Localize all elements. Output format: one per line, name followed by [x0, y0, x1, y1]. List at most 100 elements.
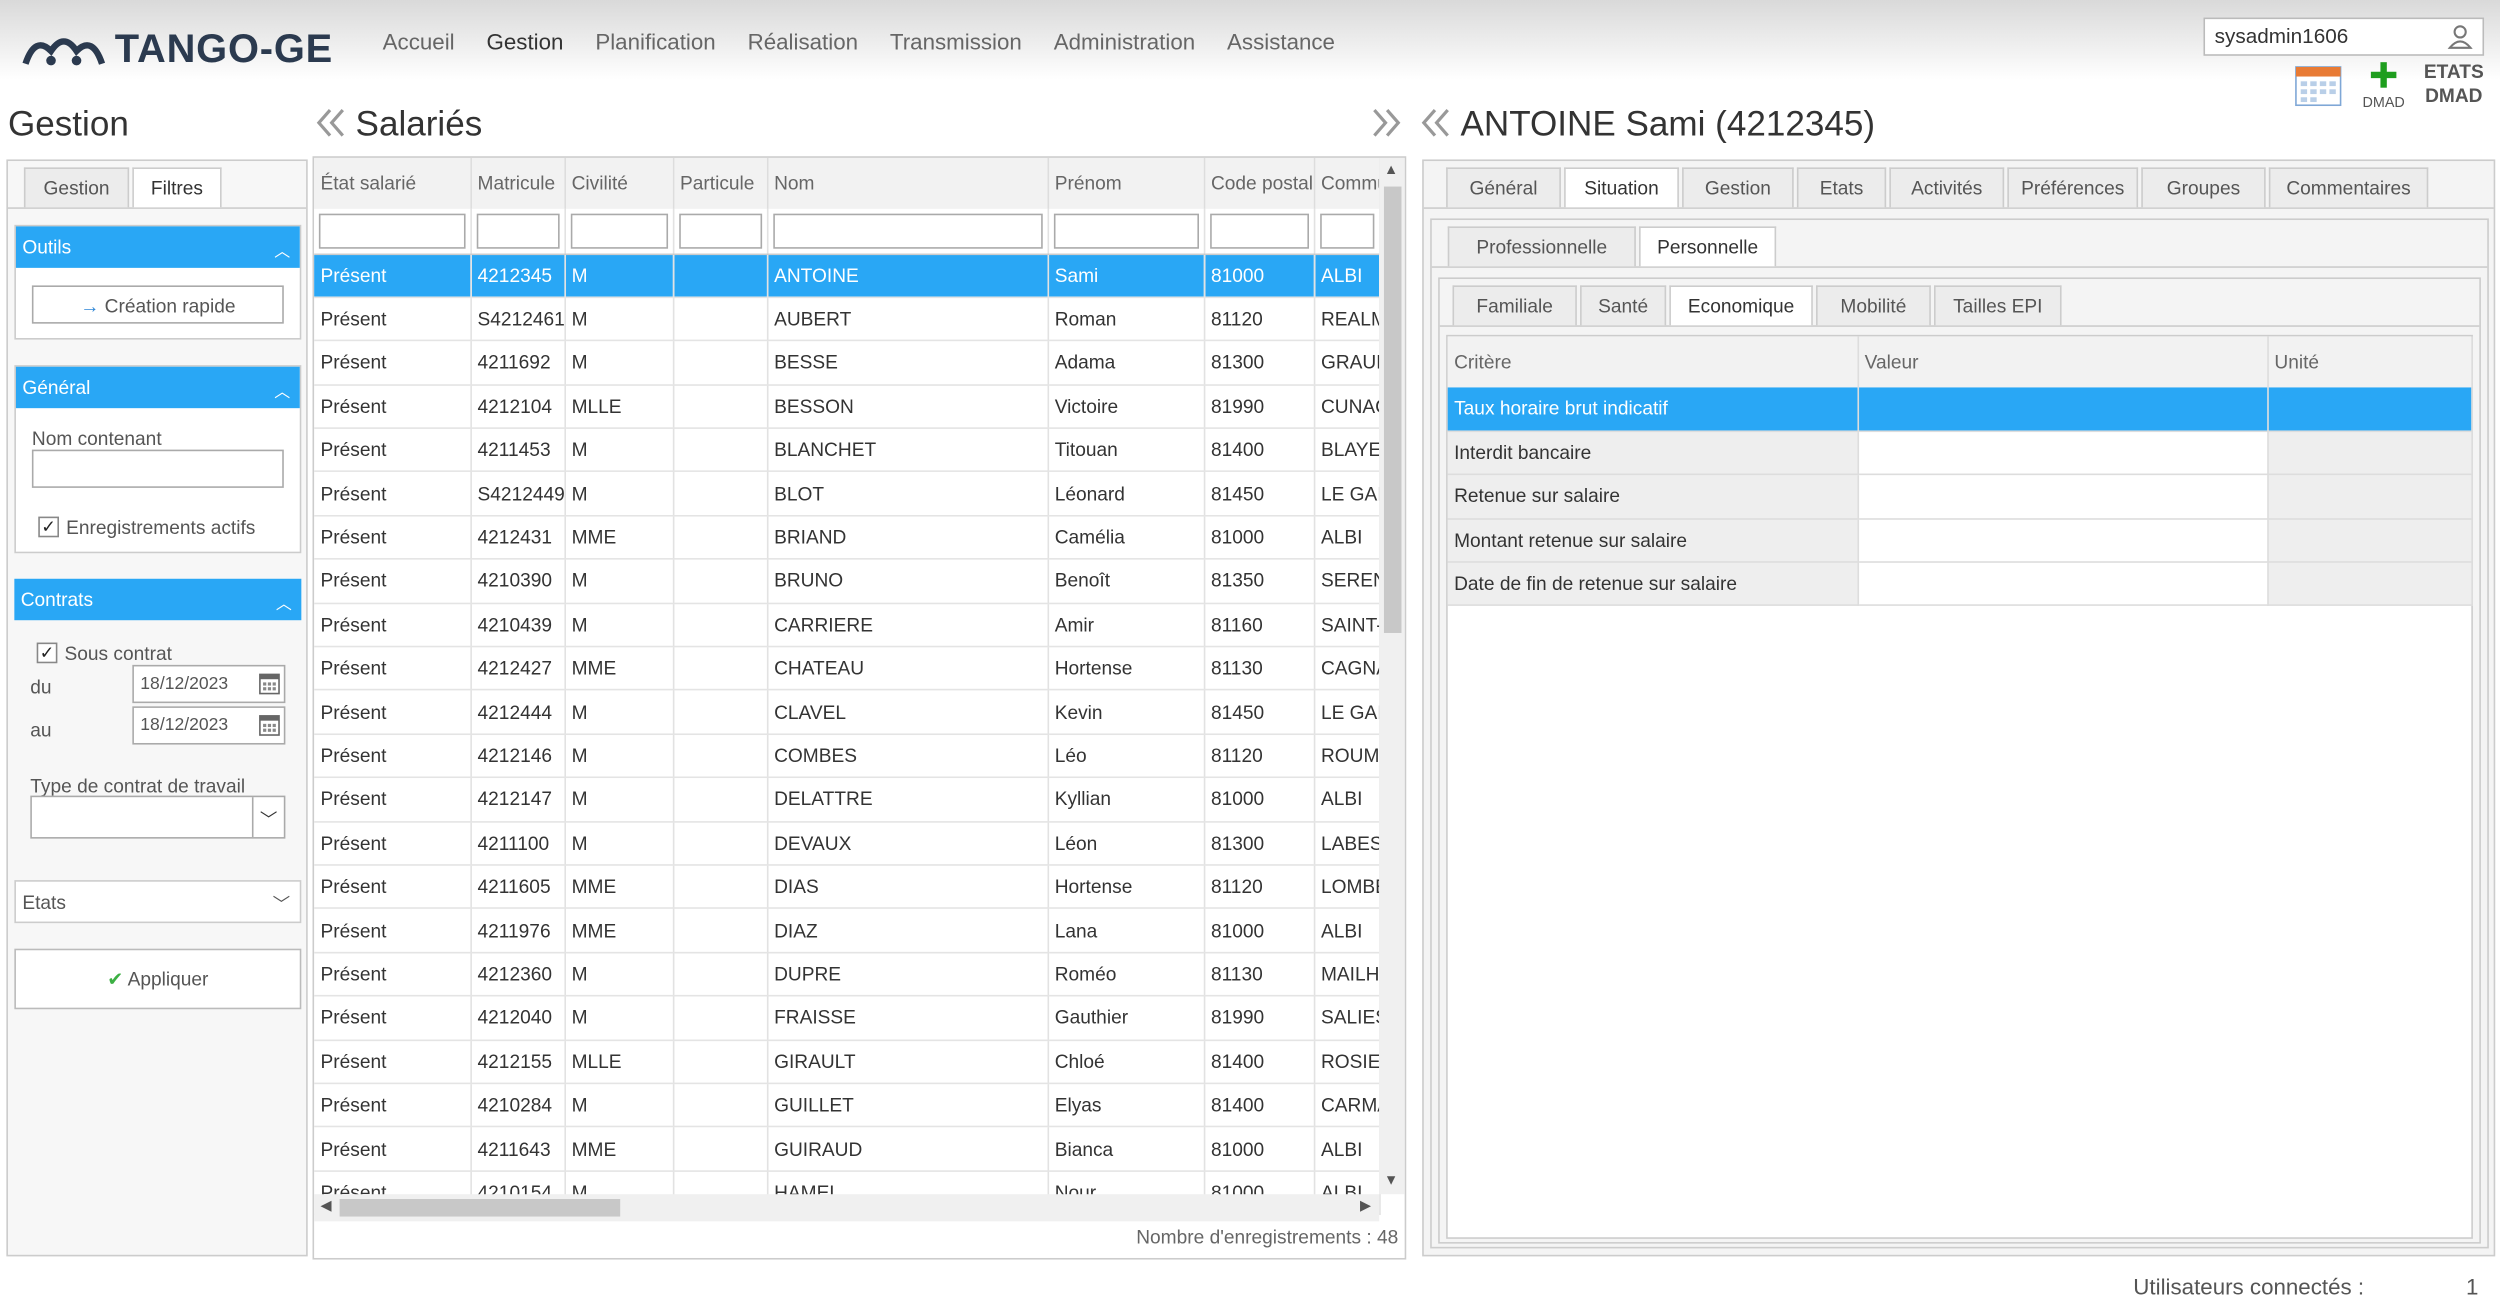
contrats-header[interactable]: Contrats ︿ [14, 578, 302, 621]
table-row[interactable]: Présent4212146M COMBESLéo81120ROUMANOU [314, 733, 1380, 779]
general-header[interactable]: Général ︿ [15, 366, 300, 409]
type-contrat-select[interactable]: ﹀ [30, 795, 286, 839]
dmad-add-button[interactable]: DMAD [2360, 61, 2408, 110]
criteria-cell[interactable] [1857, 474, 2269, 520]
table-row[interactable]: Présent 4211976 MME DIAZ Lana 81000 ALBI [314, 908, 1380, 954]
table-row[interactable]: PrésentS4212461M AUBERTRoman81120REALMONT [314, 297, 1380, 342]
table-row[interactable]: Présent4211605MME DIASHortense81120LOMBER… [314, 864, 1380, 910]
user-field[interactable]: sysadmin1606 [2203, 17, 2485, 56]
criteria-row[interactable]: Retenue sur salaire [1447, 474, 2473, 520]
table-row[interactable]: Présent 4212040 M FRAISSE Gauthier 81990 SALIE… [314, 995, 1380, 1041]
criteria-column-header[interactable]: Valeur [1857, 336, 2269, 388]
table-row[interactable]: Présent 4211453 M BLANCHET Titouan 81400 BLAYE… [314, 428, 1380, 473]
table-row[interactable]: Présent4212444M CLAVELKevin81450LE GARRIC [314, 690, 1380, 735]
vertical-scrollbar[interactable]: ▲ ▼ [1379, 157, 1405, 1195]
table-row[interactable]: Présent 4212431 MME BRIAND Camélia 81000 ALBI [314, 515, 1380, 561]
table-row[interactable]: Présent4211692M BESSEAdama81300GRAULHET [314, 340, 1380, 386]
creation-rapide-button[interactable]: → Création rapide [31, 285, 284, 324]
subtab-familiale[interactable]: Familiale [1452, 285, 1577, 326]
criteria-row[interactable]: Date de fin de retenue sur salaire [1447, 562, 2473, 607]
scroll-down-icon[interactable]: ▼ [1384, 1172, 1398, 1188]
tab-filtres[interactable]: Filtres [132, 167, 222, 208]
subtab-tailles-epi[interactable]: Tailles EPI [1934, 285, 2062, 326]
column-header[interactable]: Civilité [564, 157, 674, 209]
column-header[interactable]: État salarié [314, 157, 472, 209]
chevron-down-icon[interactable]: ﹀ [251, 797, 284, 838]
table-row[interactable]: Présent 4211643 MME GUIRAUD Bianca 81000 ALBI [314, 1126, 1380, 1172]
tab-activités[interactable]: Activités [1889, 167, 2005, 208]
calendar-small-icon[interactable] [258, 673, 280, 695]
criteria-row[interactable]: Taux horaire brut indicatif [1447, 387, 2473, 432]
scroll-up-icon[interactable]: ▲ [1384, 161, 1398, 177]
criteria-column-header[interactable]: Unité [2267, 336, 2473, 388]
subtab-professionnelle[interactable]: Professionnelle [1447, 226, 1636, 267]
user-icon[interactable] [2447, 24, 2473, 50]
tab-général[interactable]: Général [1446, 167, 1561, 208]
column-filter-input[interactable] [678, 213, 762, 249]
criteria-cell[interactable] [1857, 387, 2269, 432]
column-filter-input[interactable] [475, 213, 559, 249]
collapse-left-icon[interactable] [314, 105, 349, 148]
expand-right-icon[interactable] [1368, 105, 1403, 148]
horizontal-scrollbar[interactable]: ◀ ▶ [314, 1194, 1380, 1222]
scroll-right-icon[interactable]: ▶ [1360, 1197, 1371, 1215]
criteria-row[interactable]: Interdit bancaire [1447, 431, 2473, 476]
collapse-middle-icon[interactable] [1419, 105, 1454, 148]
menu-item-planification[interactable]: Planification [595, 29, 715, 55]
table-row[interactable]: Présent 4212345 M ANTOINE Sami 81000 ALBI [314, 253, 1380, 298]
menu-item-assistance[interactable]: Assistance [1227, 29, 1335, 55]
column-filter-input[interactable] [569, 213, 668, 249]
outils-header[interactable]: Outils ︿ [15, 226, 300, 268]
column-header[interactable]: Nom [766, 157, 1049, 209]
app-logo[interactable]: TANGO-GE [22, 22, 357, 76]
au-date-input[interactable]: 18/12/2023 [132, 706, 286, 745]
tab-etats[interactable]: Etats [1796, 167, 1887, 208]
table-row[interactable]: PrésentS4212449M BLOTLéonard81450LE GARRI… [314, 471, 1380, 517]
menu-item-transmission[interactable]: Transmission [890, 29, 1022, 55]
tab-gestion[interactable]: Gestion [1682, 167, 1794, 208]
calendar-icon[interactable] [2294, 64, 2342, 107]
tab-préférences[interactable]: Préférences [2007, 167, 2139, 208]
column-header[interactable]: Particule [672, 157, 768, 209]
enregistrements-actifs-checkbox[interactable]: ✓ Enregistrements actifs [38, 513, 255, 542]
menu-item-gestion[interactable]: Gestion [487, 29, 564, 55]
column-filter-input[interactable] [1319, 213, 1374, 249]
calendar-small-icon[interactable] [258, 714, 280, 736]
subtab-personnelle[interactable]: Personnelle [1639, 226, 1777, 267]
column-filter-input[interactable] [1053, 213, 1199, 249]
table-row[interactable]: Présent 4212104 MLLE BESSON Victoire 81990 CUN… [314, 384, 1380, 430]
subtab-santé[interactable]: Santé [1580, 285, 1667, 326]
column-filter-input[interactable] [1209, 213, 1309, 249]
etats-dmad-button[interactable]: ETATS DMAD [2420, 61, 2487, 109]
table-row[interactable]: Présent4210390M BRUNOBenoît81350SERENAC [314, 559, 1380, 604]
du-date-input[interactable]: 18/12/2023 [132, 664, 286, 704]
vertical-scroll-thumb[interactable] [1383, 186, 1402, 633]
column-header[interactable]: Matricule [470, 157, 566, 209]
scroll-left-icon[interactable]: ◀ [320, 1197, 331, 1215]
nom-contenant-input[interactable] [31, 449, 284, 488]
criteria-cell[interactable] [1857, 431, 2269, 476]
criteria-cell[interactable] [1857, 562, 2269, 607]
appliquer-button[interactable]: ✔ Appliquer [14, 948, 302, 1010]
table-row[interactable]: Présent4212360M DUPRERoméo81130MAILHOC [314, 952, 1380, 997]
criteria-column-header[interactable]: Critère [1447, 336, 1859, 388]
column-header[interactable]: Commune [1313, 157, 1380, 209]
column-filter-input[interactable] [318, 213, 465, 249]
sous-contrat-checkbox[interactable]: ✓ Sous contrat [36, 639, 172, 668]
tab-gestion[interactable]: Gestion [23, 167, 130, 208]
table-row[interactable]: Présent 4212427 MME CHATEAU Hortense 81130 CAG… [314, 646, 1380, 692]
menu-item-accueil[interactable]: Accueil [383, 29, 455, 55]
table-row[interactable]: Présent4210284M GUILLETElyas81400CARMAUX [314, 1083, 1380, 1128]
table-row[interactable]: Présent4211100M DEVAUXLéon81300LABESSIERE [314, 821, 1380, 866]
tab-commentaires[interactable]: Commentaires [2268, 167, 2429, 208]
etats-select[interactable]: Etats ﹀ [14, 880, 302, 924]
column-filter-input[interactable] [772, 213, 1042, 249]
table-row[interactable]: Présent4212155MLLE GIRAULTChloé81400ROSIE… [314, 1039, 1380, 1085]
tab-situation[interactable]: Situation [1564, 167, 1679, 208]
subtab-economique[interactable]: Economique [1669, 285, 1813, 326]
table-row[interactable]: Présent4210439M CARRIEREAmir81160SAINT-JU… [314, 602, 1380, 648]
tab-groupes[interactable]: Groupes [2141, 167, 2266, 208]
table-row[interactable]: Présent 4212147 M DELATTRE Kyllian 81000 ALBI [314, 777, 1380, 823]
subtab-mobilité[interactable]: Mobilité [1816, 285, 1931, 326]
column-header[interactable]: Code postal [1203, 157, 1315, 209]
